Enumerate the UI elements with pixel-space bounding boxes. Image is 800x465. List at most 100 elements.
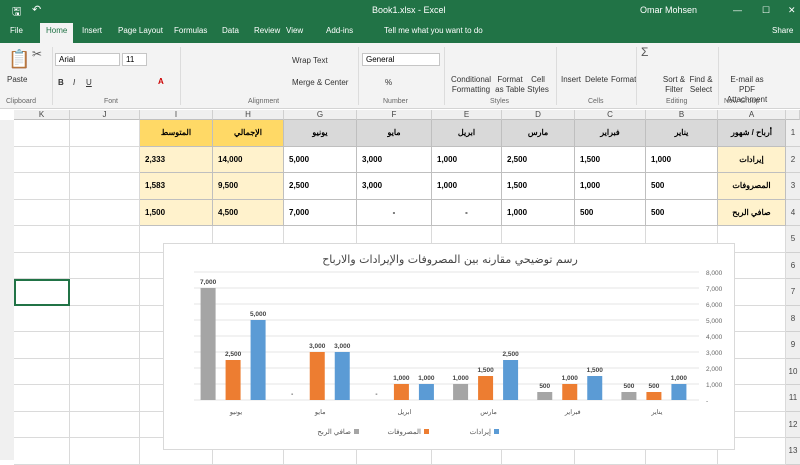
cell[interactable] [70,252,140,279]
cut-icon[interactable]: ✂ [32,47,42,61]
cell[interactable] [14,173,70,200]
table-cell[interactable]: 500 [646,199,718,226]
row-header-9[interactable]: 9 [786,332,800,359]
cell[interactable] [14,279,70,306]
column-header-D[interactable]: D [502,110,575,120]
table-header-cell[interactable]: الإجمالي [213,120,284,147]
paste-icon[interactable]: 📋 [8,49,30,70]
column-header-B[interactable]: B [646,110,718,120]
column-header-G[interactable]: G [284,110,357,120]
cell[interactable] [14,411,70,438]
cell[interactable] [70,199,140,226]
wrap-text-button[interactable]: Wrap Text [292,56,328,65]
row-header-11[interactable]: 11 [786,385,800,412]
cell[interactable] [70,305,140,332]
column-header-C[interactable]: C [575,110,646,120]
format-as-table-button[interactable]: Format as Table [494,75,526,95]
column-header-F[interactable]: F [357,110,432,120]
sort-filter-button[interactable]: Sort & Filter [662,75,686,95]
table-cell[interactable]: 1,000 [575,173,646,200]
tab-page-layout[interactable]: Page Layout [118,26,163,35]
cell-styles-button[interactable]: Cell Styles [526,75,550,95]
table-cell[interactable]: - [357,199,432,226]
cell[interactable] [70,173,140,200]
font-color-icon[interactable]: A [158,77,164,86]
cell[interactable] [14,332,70,359]
table-cell[interactable]: 1,000 [432,173,502,200]
tab-file[interactable]: File [10,26,23,35]
table-header-cell[interactable]: فبراير [575,120,646,147]
percent-button[interactable]: % [385,78,392,87]
cell[interactable] [14,438,70,465]
table-cell[interactable]: صافي الربح [718,199,786,226]
tab-insert[interactable]: Insert [82,26,102,35]
table-cell[interactable]: 2,500 [502,146,575,173]
column-header-E[interactable]: E [432,110,502,120]
table-cell[interactable]: 3,000 [357,146,432,173]
cell[interactable] [14,358,70,385]
cell[interactable] [14,146,70,173]
row-header-7[interactable]: 7 [786,279,800,306]
table-header-cell[interactable]: يناير [646,120,718,147]
table-header-cell[interactable]: يونيو [284,120,357,147]
underline-button[interactable]: U [86,78,92,87]
table-cell[interactable]: المصروفات [718,173,786,200]
row-header-13[interactable]: 13 [786,438,800,465]
cell[interactable] [14,385,70,412]
cell[interactable] [14,252,70,279]
table-cell[interactable]: 1,500 [140,199,213,226]
chart[interactable]: رسم توضيحي مقارنه بين المصروفات والإيراد… [163,243,735,450]
table-cell[interactable]: 9,500 [213,173,284,200]
row-header-1[interactable]: 1 [786,120,800,147]
tab-formulas[interactable]: Formulas [174,26,207,35]
table-cell[interactable]: 2,333 [140,146,213,173]
tab-add-ins[interactable]: Add-ins [326,26,353,35]
table-cell[interactable]: 1,000 [502,199,575,226]
cell[interactable] [70,226,140,253]
row-header-6[interactable]: 6 [786,252,800,279]
row-header-10[interactable]: 10 [786,358,800,385]
table-cell[interactable]: 7,000 [284,199,357,226]
cell[interactable] [14,305,70,332]
table-cell[interactable]: - [432,199,502,226]
tab-review[interactable]: Review [254,26,280,35]
row-header-4[interactable]: 4 [786,199,800,226]
table-cell[interactable]: 500 [575,199,646,226]
column-header-K[interactable]: K [14,110,70,120]
font-size-select[interactable]: 11 [122,53,147,66]
font-name-select[interactable]: Arial [55,53,120,66]
table-cell[interactable]: 1,000 [432,146,502,173]
table-cell[interactable]: 500 [646,173,718,200]
column-header-J[interactable]: J [70,110,140,120]
cell[interactable] [14,120,70,147]
row-header-8[interactable]: 8 [786,305,800,332]
column-header-I[interactable]: I [140,110,213,120]
minimize-icon[interactable]: — [733,5,742,15]
paste-button[interactable]: Paste [7,75,27,84]
table-cell[interactable]: 1,000 [646,146,718,173]
table-cell[interactable]: 2,500 [284,173,357,200]
column-header-A[interactable]: A [718,110,786,120]
select-all[interactable] [786,110,800,120]
table-header-cell[interactable]: ابريل [432,120,502,147]
tell-me-input[interactable]: Tell me what you want to do [384,26,483,35]
cell[interactable] [70,332,140,359]
format-button[interactable]: Format [611,75,636,84]
tab-data[interactable]: Data [222,26,239,35]
merge-center-button[interactable]: Merge & Center [292,78,348,87]
conditional-formatting-button[interactable]: Conditional Formatting [448,75,494,95]
table-cell[interactable]: 1,500 [575,146,646,173]
share-button[interactable]: Share [772,26,793,35]
column-header-H[interactable]: H [213,110,284,120]
table-header-cell[interactable]: مايو [357,120,432,147]
row-header-2[interactable]: 2 [786,146,800,173]
insert-button[interactable]: Insert [561,75,581,84]
vertical-scrollbar[interactable] [0,120,14,460]
tab-view[interactable]: View [286,26,303,35]
row-header-12[interactable]: 12 [786,411,800,438]
table-cell[interactable]: 1,500 [502,173,575,200]
table-header-cell[interactable]: أرباح / شهور [718,120,786,147]
find-select-button[interactable]: Find & Select [688,75,714,95]
close-icon[interactable]: ✕ [788,5,796,16]
undo-icon[interactable]: ↶ [32,3,41,16]
